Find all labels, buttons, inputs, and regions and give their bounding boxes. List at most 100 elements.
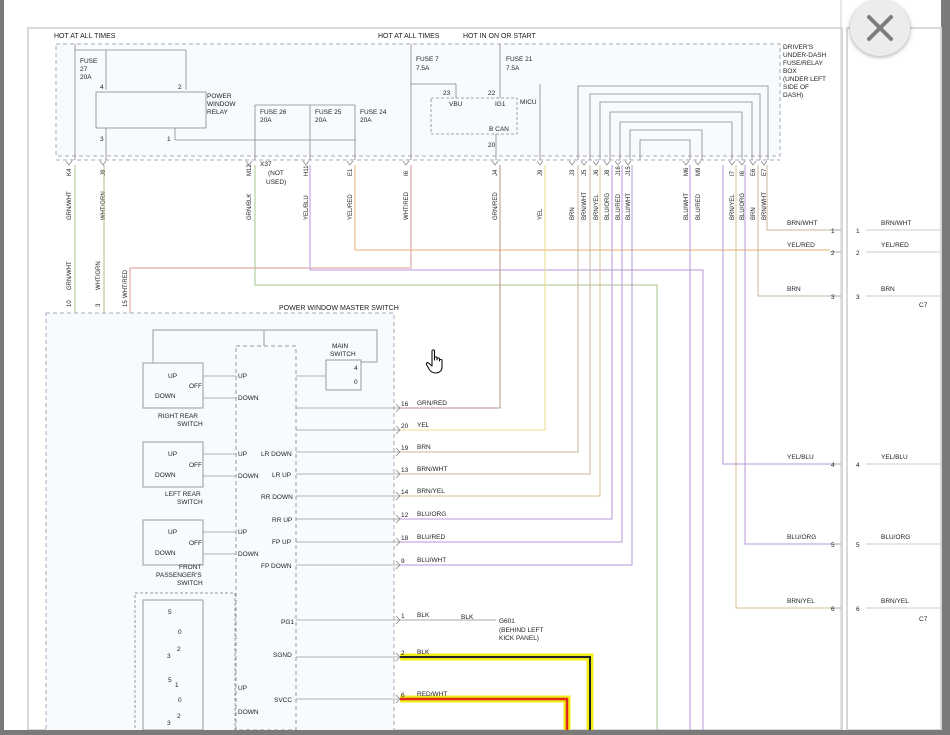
svg-text:FUSE 21: FUSE 21 xyxy=(506,56,533,63)
pin-wire-color: GRN/RED xyxy=(417,400,447,407)
svg-text:1: 1 xyxy=(167,136,171,143)
svg-text:WHT/GRN: WHT/GRN xyxy=(96,261,102,290)
svg-text:GRN/WHT: GRN/WHT xyxy=(67,261,73,290)
svg-text:(BEHIND LEFT: (BEHIND LEFT xyxy=(499,627,543,634)
svg-text:MAIN: MAIN xyxy=(332,343,349,350)
svg-text:BLK: BLK xyxy=(461,614,474,621)
svg-text:20A: 20A xyxy=(360,117,372,124)
svg-text:FUSE 24: FUSE 24 xyxy=(360,109,387,116)
connector-pin-label: E1 xyxy=(348,168,354,176)
svg-text:SWITCH: SWITCH xyxy=(177,499,203,506)
svg-text:7.5A: 7.5A xyxy=(506,65,520,72)
svg-text:DOWN: DOWN xyxy=(238,395,259,402)
pin-number: 1 xyxy=(401,613,405,620)
svg-text:2: 2 xyxy=(177,713,181,720)
pin-wire-color: BLK xyxy=(417,612,430,619)
svg-text:(UNDER LEFT: (UNDER LEFT xyxy=(783,76,826,83)
pin-wire-color: BRN/WHT xyxy=(417,466,447,473)
svg-text:UP: UP xyxy=(168,529,177,536)
connector-pin-label: I6 xyxy=(404,170,410,176)
svg-text:3: 3 xyxy=(100,136,104,143)
right-wire-color: BRN/YEL xyxy=(881,598,909,605)
svg-text:23: 23 xyxy=(443,90,451,97)
right-pin-number: 2 xyxy=(856,250,860,257)
svg-text:FUSE 7: FUSE 7 xyxy=(416,56,439,63)
right-pin-number: 3 xyxy=(856,294,860,301)
svg-text:LR DOWN: LR DOWN xyxy=(261,451,292,458)
svg-text:UP: UP xyxy=(238,685,247,692)
wire-color-label: BLU/WHT xyxy=(626,193,632,220)
pin-number: 9 xyxy=(401,558,405,565)
svg-text:UP: UP xyxy=(238,529,247,536)
svg-text:FUSE: FUSE xyxy=(80,58,98,65)
svg-text:SVCC: SVCC xyxy=(274,697,292,704)
svg-text:(NOT: (NOT xyxy=(268,170,284,177)
connector-pin-label: J6 xyxy=(594,169,600,176)
svg-text:RIGHT REAR: RIGHT REAR xyxy=(158,413,198,420)
svg-text:RR DOWN: RR DOWN xyxy=(261,494,293,501)
hot-label-2: HOT AT ALL TIMES xyxy=(378,33,440,40)
svg-text:UP: UP xyxy=(238,373,247,380)
svg-text:FUSE 25: FUSE 25 xyxy=(315,109,342,116)
right-wire-color: BRN xyxy=(787,286,801,293)
pin-wire-color: BLU/WHT xyxy=(417,557,446,564)
wire-color-label: BRN xyxy=(570,207,576,220)
svg-text:PG1: PG1 xyxy=(281,619,294,626)
svg-text:15: 15 xyxy=(123,300,129,307)
svg-text:UP: UP xyxy=(168,451,177,458)
svg-text:20A: 20A xyxy=(260,117,272,124)
pin-number: 14 xyxy=(401,489,409,496)
wire-color-label: BLU/ORG xyxy=(605,193,611,220)
connector-pin-label: J8 xyxy=(605,169,611,176)
right-pin-number: 1 xyxy=(856,228,860,235)
connector-pin-label: E6 xyxy=(751,168,757,176)
svg-text:C7: C7 xyxy=(919,616,928,623)
svg-text:KICK PANEL): KICK PANEL) xyxy=(499,635,539,642)
pin-number: 6 xyxy=(401,692,405,699)
svg-text:27: 27 xyxy=(80,66,88,73)
connector-pin-label: J9 xyxy=(538,169,544,176)
pin-wire-color: BRN xyxy=(417,444,431,451)
right-wire-color: BRN/YEL xyxy=(787,598,815,605)
pin-number: 13 xyxy=(401,467,409,474)
right-wire-color: BLU/ORG xyxy=(787,534,816,541)
right-wire-color: BRN/WHT xyxy=(787,220,817,227)
wire-color-label: BRN/YEL xyxy=(594,194,600,220)
svg-text:RR UP: RR UP xyxy=(272,517,292,524)
right-wire-color: BRN xyxy=(881,286,895,293)
svg-text:SWITCH: SWITCH xyxy=(177,580,203,587)
svg-text:UNDER-DASH: UNDER-DASH xyxy=(783,52,827,59)
pin-number: 18 xyxy=(401,535,409,542)
svg-text:VBU: VBU xyxy=(449,101,463,108)
pin-wire-color: RED/WHT xyxy=(417,691,447,698)
wire-color-label: GRN/WHT xyxy=(67,191,73,220)
pin-number: 16 xyxy=(401,401,409,408)
svg-text:DASH): DASH) xyxy=(783,92,803,99)
svg-text:22: 22 xyxy=(488,90,496,97)
pin-wire-color: BRN/YEL xyxy=(417,488,445,495)
pin-number: 19 xyxy=(401,445,409,452)
hot-run-label: HOT IN ON OR START xyxy=(463,33,536,40)
svg-text:OFF: OFF xyxy=(189,462,202,469)
svg-text:FP DOWN: FP DOWN xyxy=(261,563,292,570)
right-pin-number: 2 xyxy=(831,250,835,257)
wire-color-label: GRN/BLK xyxy=(247,194,253,220)
pin-wire-color: BLU/ORG xyxy=(417,511,446,518)
wire-color-label: BRN/YEL xyxy=(730,194,736,220)
pin-wire-color: YEL xyxy=(417,422,430,429)
right-wire-color: YEL/RED xyxy=(881,242,909,249)
svg-text:SWITCH: SWITCH xyxy=(177,421,203,428)
right-wire-color: BRN/WHT xyxy=(881,220,911,227)
right-pin-number: 6 xyxy=(856,606,860,613)
right-wire-color: YEL/BLU xyxy=(881,454,908,461)
svg-text:WHT/RED: WHT/RED xyxy=(123,269,129,298)
svg-text:DRIVER'S: DRIVER'S xyxy=(783,44,814,51)
svg-text:C7: C7 xyxy=(919,302,928,309)
svg-text:DOWN: DOWN xyxy=(155,393,176,400)
close-button[interactable] xyxy=(850,0,910,56)
svg-text:FUSE/RELAY: FUSE/RELAY xyxy=(783,60,824,67)
svg-text:IG1: IG1 xyxy=(495,101,506,108)
pin-wire-color: BLU/RED xyxy=(417,534,445,541)
svg-text:FUSE 26: FUSE 26 xyxy=(260,109,287,116)
svg-text:7.5A: 7.5A xyxy=(416,65,430,72)
